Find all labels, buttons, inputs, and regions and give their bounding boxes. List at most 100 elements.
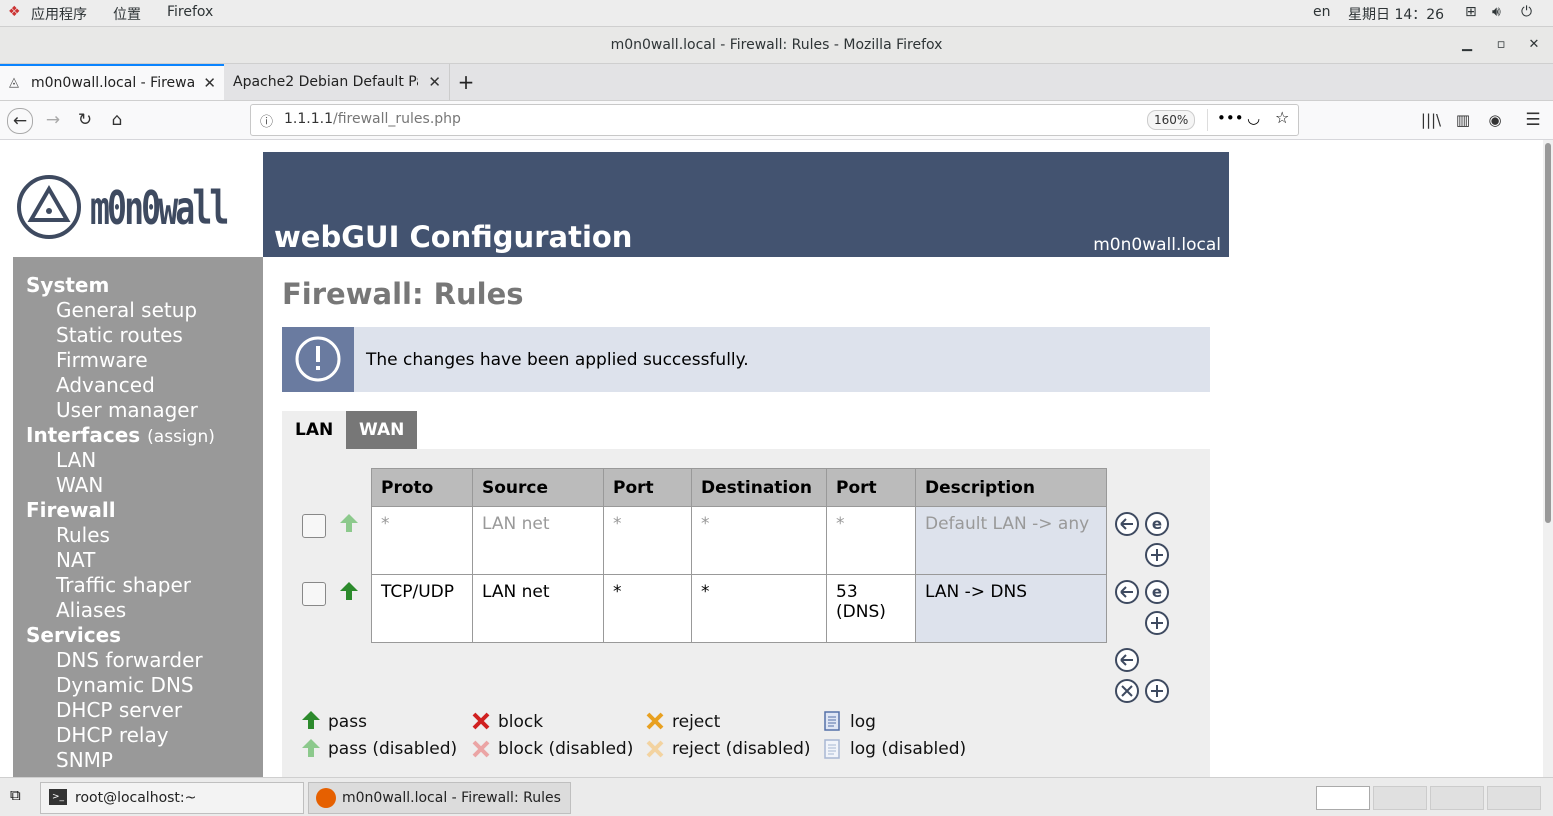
workspace-2[interactable] — [1373, 786, 1427, 810]
sidebar-item-snmp[interactable]: SNMP — [56, 748, 113, 772]
close-window-icon[interactable]: ✕ — [1524, 35, 1544, 55]
info-notice: The changes have been applied successful… — [282, 327, 1210, 392]
language-indicator[interactable]: en — [1313, 4, 1331, 20]
logo-emblem-icon — [17, 175, 81, 239]
edit-rule-icon[interactable]: e — [1145, 512, 1169, 536]
delete-selected-icon[interactable] — [1115, 679, 1139, 703]
library-icon[interactable]: |||\ — [1419, 108, 1443, 132]
app-menu[interactable]: Firefox — [167, 4, 213, 20]
window-title: m0n0wall.local - Firewall: Rules - Mozil… — [610, 37, 943, 53]
sidebar-item-user-manager[interactable]: User manager — [56, 398, 198, 422]
task-firefox[interactable]: m0n0wall.local - Firewall: Rules - M... — [308, 782, 571, 814]
sidebar-assign-link[interactable]: (assign) — [147, 427, 215, 447]
home-icon[interactable]: ⌂ — [105, 108, 129, 132]
legend-reject-disabled: reject (disabled) — [672, 739, 811, 759]
sidebar-item-general-setup[interactable]: General setup — [56, 298, 197, 322]
add-rule-icon[interactable] — [1145, 543, 1169, 567]
task-label: m0n0wall.local - Firewall: Rules - M... — [342, 790, 564, 806]
url-bar[interactable]: ⓘ 1.1.1.1/firewall_rules.php 160% ••• ◡ … — [250, 104, 1299, 136]
sidebar-item-static-routes[interactable]: Static routes — [56, 323, 183, 347]
log-icon — [824, 711, 840, 731]
sidebar-item-dhcp-server[interactable]: DHCP server — [56, 698, 182, 722]
cell-destination: * — [691, 574, 827, 643]
power-icon[interactable]: ⏻ — [1521, 4, 1532, 20]
network-icon[interactable]: ⊞ — [1465, 4, 1477, 20]
exclamation-icon — [295, 336, 341, 382]
url-text[interactable]: 1.1.1.1/firewall_rules.php — [284, 111, 461, 127]
table-row[interactable]: * LAN net * * * Default LAN -> any — [371, 506, 1107, 575]
pass-disabled-icon[interactable] — [338, 512, 360, 534]
minimize-icon[interactable]: ▁ — [1457, 35, 1477, 55]
sidebar-heading-system[interactable]: System — [26, 273, 109, 297]
sidebar-item-dhcp-relay[interactable]: DHCP relay — [56, 723, 169, 747]
reload-icon[interactable]: ↻ — [73, 108, 97, 132]
task-terminal[interactable]: >_ root@localhost:~ — [40, 782, 304, 814]
apps-menu[interactable]: 应用程序 — [31, 4, 87, 24]
sidebar-item-dynamic-dns[interactable]: Dynamic DNS — [56, 673, 194, 697]
header-hostname: m0n0wall.local — [1093, 235, 1221, 255]
account-icon[interactable]: ◉ — [1483, 108, 1507, 132]
sidebar-item-firmware[interactable]: Firmware — [56, 348, 148, 372]
workspace-3[interactable] — [1430, 786, 1484, 810]
pass-icon[interactable] — [338, 580, 360, 602]
close-tab-icon[interactable]: ✕ — [203, 66, 216, 100]
row-select-checkbox[interactable] — [302, 582, 326, 606]
sidebar-item-dns-forwarder[interactable]: DNS forwarder — [56, 648, 203, 672]
tab-lan[interactable]: LAN — [282, 411, 347, 449]
apps-menu-icon[interactable]: ❖ — [8, 4, 21, 20]
add-new-rule-icon[interactable] — [1145, 679, 1169, 703]
clock[interactable]: 星期日 14：26 — [1348, 4, 1444, 24]
table-row[interactable]: TCP/UDP LAN net * * 53 (DNS) LAN -> DNS — [371, 574, 1107, 643]
svg-text:e: e — [1152, 515, 1162, 533]
sidebar-item-traffic-shaper[interactable]: Traffic shaper — [56, 573, 191, 597]
new-tab-icon[interactable]: + — [455, 64, 477, 100]
places-menu[interactable]: 位置 — [113, 4, 141, 24]
sidebar-heading-interfaces[interactable]: Interfaces (assign) — [26, 423, 215, 447]
pocket-icon[interactable]: ◡ — [1247, 109, 1260, 127]
tab-m0n0wall[interactable]: ◬ m0n0wall.local - Firewall: ✕ — [0, 64, 224, 100]
header-title: webGUI Configuration — [274, 220, 633, 254]
cell-description: LAN -> DNS — [915, 574, 1107, 643]
sidebar-toggle-icon[interactable]: ▥ — [1451, 108, 1475, 132]
zoom-indicator[interactable]: 160% — [1147, 110, 1196, 130]
maximize-icon[interactable]: ▫ — [1491, 35, 1511, 55]
workspace-4[interactable] — [1487, 786, 1541, 810]
sidebar-heading-services[interactable]: Services — [26, 623, 121, 647]
sidebar-item-advanced[interactable]: Advanced — [56, 373, 155, 397]
legend-block: block — [498, 712, 544, 732]
sidebar-item-wan[interactable]: WAN — [56, 473, 103, 497]
scrollbar-thumb[interactable] — [1545, 143, 1551, 523]
col-proto: Proto — [371, 468, 473, 507]
info-icon[interactable]: ⓘ — [260, 111, 273, 130]
cell-src-port: * — [603, 506, 692, 575]
forward-icon[interactable]: → — [41, 108, 65, 132]
tab-wan[interactable]: WAN — [346, 411, 418, 449]
cell-source: LAN net — [472, 574, 604, 643]
move-rule-icon[interactable] — [1115, 580, 1139, 604]
sidebar-item-rules[interactable]: Rules — [56, 523, 110, 547]
move-to-end-icon[interactable] — [1115, 648, 1139, 672]
sidebar-item-aliases[interactable]: Aliases — [56, 598, 126, 622]
workspace-1[interactable] — [1316, 786, 1370, 810]
tab-label: Apache2 Debian Default Page — [233, 74, 418, 90]
bookmark-star-icon[interactable]: ☆ — [1275, 108, 1289, 127]
sidebar-item-lan[interactable]: LAN — [56, 448, 96, 472]
legend-log-disabled: log (disabled) — [850, 739, 967, 759]
close-tab-icon[interactable]: ✕ — [428, 64, 441, 100]
nav-bar: ← → ↻ ⌂ ⓘ 1.1.1.1/firewall_rules.php 160… — [0, 101, 1553, 140]
m0n0wall-logo[interactable]: m0n0wall — [16, 174, 258, 242]
page-actions-icon[interactable]: ••• — [1217, 109, 1244, 127]
volume-icon[interactable]: 🔊︎ — [1492, 4, 1501, 20]
move-rule-icon[interactable] — [1115, 512, 1139, 536]
row-select-checkbox[interactable] — [302, 514, 326, 538]
edit-rule-icon[interactable]: e — [1145, 580, 1169, 604]
cell-dst-port: 53 (DNS) — [826, 574, 916, 643]
sidebar-heading-firewall[interactable]: Firewall — [26, 498, 116, 522]
back-icon[interactable]: ← — [7, 108, 33, 134]
sidebar-item-nat[interactable]: NAT — [56, 548, 95, 572]
add-rule-icon[interactable] — [1145, 611, 1169, 635]
cell-src-port: * — [603, 574, 692, 643]
menu-icon[interactable]: ☰ — [1521, 108, 1545, 132]
show-desktop-icon[interactable]: ⧉ — [10, 786, 21, 804]
tab-apache[interactable]: Apache2 Debian Default Page ✕ — [225, 64, 450, 100]
